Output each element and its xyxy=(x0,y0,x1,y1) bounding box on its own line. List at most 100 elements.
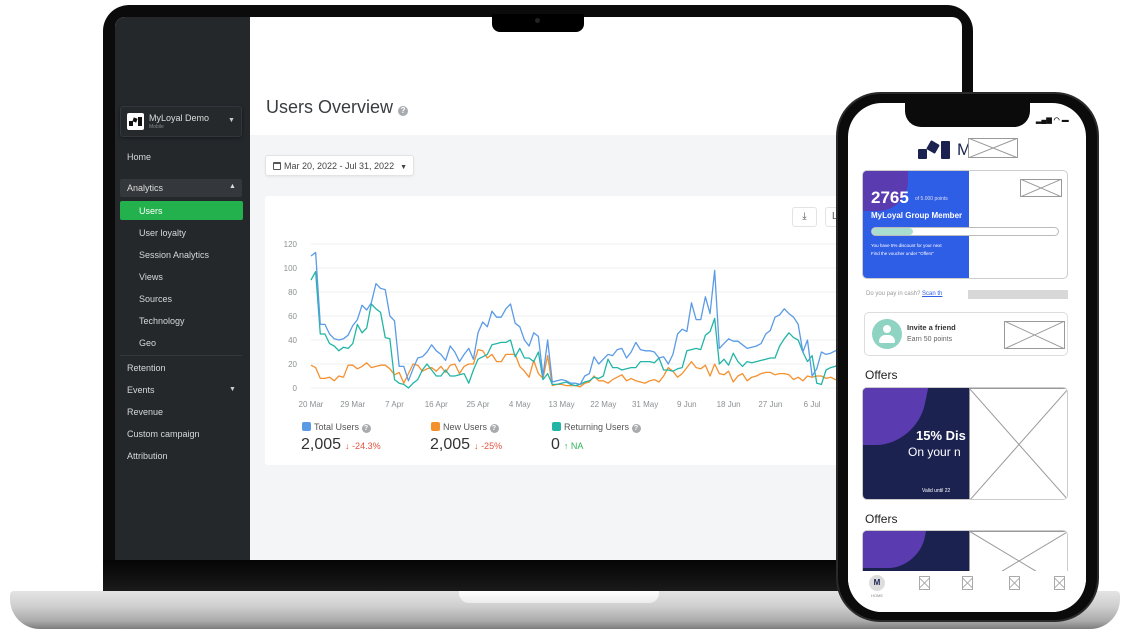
x-tick-label: 6 Jul xyxy=(804,400,821,409)
legend-item[interactable]: New Users ? xyxy=(431,422,499,433)
nav-item[interactable]: M HOME xyxy=(866,575,888,598)
sidebar-item-revenue[interactable]: Revenue xyxy=(127,407,163,417)
sidebar: MyLoyal Demo Mobile ▼ Home Analytics ▲ U… xyxy=(115,17,250,560)
x-tick-label: 29 Mar xyxy=(340,400,365,409)
phone-notch xyxy=(905,103,1030,127)
nav-item[interactable] xyxy=(1048,575,1070,592)
image-placeholder xyxy=(1004,321,1065,349)
metric-delta: NA xyxy=(570,441,584,451)
x-tick-label: 25 Apr xyxy=(466,400,489,409)
points-card[interactable]: 2765 of 5.000 points MyLoyal Group Membe… xyxy=(862,170,1068,279)
metric-number: 0 xyxy=(551,436,560,453)
sidebar-item-geo[interactable]: Geo xyxy=(139,338,156,348)
x-tick-label: 31 May xyxy=(632,400,658,409)
sidebar-divider xyxy=(120,355,242,356)
image-placeholder xyxy=(969,388,1067,499)
calendar-icon xyxy=(273,162,281,170)
sidebar-item-users[interactable]: Users xyxy=(120,201,243,220)
cash-text: Do you pay in cash? Scan th xyxy=(866,291,942,297)
y-tick-label: 40 xyxy=(288,336,297,345)
sidebar-item-session-analytics[interactable]: Session Analytics xyxy=(139,250,209,260)
legend-item[interactable]: Returning Users ? xyxy=(552,422,641,433)
y-tick-label: 120 xyxy=(284,240,298,249)
x-tick-label: 9 Jun xyxy=(677,400,697,409)
x-tick-label: 13 May xyxy=(548,400,574,409)
laptop-base-notch xyxy=(459,591,659,603)
help-icon[interactable]: ? xyxy=(398,106,409,116)
date-range-text: Mar 20, 2022 - Jul 31, 2022 xyxy=(284,161,395,171)
nav-item[interactable] xyxy=(913,575,935,592)
offer-card[interactable]: 15% Dis On your n Valid until 22 xyxy=(862,387,1068,500)
tier-name: MyLoyal Group Member xyxy=(871,211,963,220)
promo-line-2: Find the voucher under "Offers" xyxy=(871,251,934,256)
legend-label: Total Users xyxy=(314,422,360,432)
sidebar-item-sources[interactable]: Sources xyxy=(139,294,172,304)
points-value: 2765 xyxy=(871,188,909,207)
x-tick-label: 22 May xyxy=(590,400,616,409)
sidebar-item-views[interactable]: Views xyxy=(139,272,163,282)
caret-down-icon: ▼ xyxy=(228,117,235,124)
help-icon[interactable]: ? xyxy=(631,424,641,433)
invite-title: Invite a friend xyxy=(907,323,956,332)
points-progress xyxy=(871,227,1059,236)
metric-value: 2,005 ↓ -25% xyxy=(430,436,502,454)
account-name: MyLoyal Demo xyxy=(149,113,210,123)
series-line-returning-users xyxy=(310,270,841,389)
help-icon[interactable]: ? xyxy=(489,424,499,433)
arrow-down-icon: ↓ xyxy=(345,441,350,451)
series-line-new-users xyxy=(310,348,840,388)
invite-card[interactable]: Invite a friend Earn 50 points xyxy=(864,312,1068,356)
image-placeholder-bar xyxy=(968,290,1068,299)
arrow-down-icon: ↓ xyxy=(474,441,479,451)
image-placeholder-icon xyxy=(1048,576,1070,590)
myloyal-logo-icon xyxy=(918,139,952,161)
caret-down-icon: ▼ xyxy=(229,386,236,393)
metric-delta: -24.3% xyxy=(352,441,381,451)
x-tick-label: 18 Jun xyxy=(717,400,741,409)
offer-title: 15% Dis xyxy=(916,428,966,443)
caret-down-icon: ▼ xyxy=(400,164,408,171)
invite-subtitle: Earn 50 points xyxy=(907,336,953,343)
points-total: of 5.000 points xyxy=(915,196,948,202)
phone-screen: ▂▄▆ ◠ ▬ M 2765 of 5.000 points MyLoyal G… xyxy=(848,103,1086,612)
x-tick-label: 4 May xyxy=(509,400,531,409)
bottom-nav: M HOME xyxy=(848,571,1086,612)
series-line-total-users xyxy=(310,251,840,386)
laptop-camera-notch xyxy=(492,14,584,32)
nav-item[interactable] xyxy=(1003,575,1025,592)
legend-item[interactable]: Total Users ? xyxy=(302,422,371,433)
x-tick-label: 20 Mar xyxy=(299,400,324,409)
sidebar-item-events[interactable]: Events xyxy=(127,385,155,395)
offers-heading: Offers xyxy=(865,368,898,382)
y-tick-label: 20 xyxy=(288,360,297,369)
y-tick-label: 80 xyxy=(288,288,297,297)
page-title-text: Users Overview xyxy=(266,97,394,117)
image-placeholder-icon xyxy=(956,576,978,590)
sidebar-item-technology[interactable]: Technology xyxy=(139,316,185,326)
sidebar-item-user-loyalty[interactable]: User loyalty xyxy=(139,228,186,238)
account-switcher[interactable]: MyLoyal Demo Mobile ▼ xyxy=(120,106,242,137)
image-placeholder xyxy=(968,138,1018,158)
nav-label: HOME xyxy=(871,593,883,598)
progress-fill xyxy=(872,228,913,235)
nav-item[interactable] xyxy=(956,575,978,592)
date-range-picker[interactable]: Mar 20, 2022 - Jul 31, 2022 ▼ xyxy=(265,155,414,176)
scan-link[interactable]: Scan th xyxy=(922,291,942,297)
sidebar-item-attribution[interactable]: Attribution xyxy=(127,451,168,461)
help-icon[interactable]: ? xyxy=(361,424,371,433)
image-placeholder xyxy=(1020,179,1062,197)
avatar-icon xyxy=(872,319,902,349)
x-tick-label: 27 Jun xyxy=(758,400,782,409)
arrow-up-icon: ↑ xyxy=(563,441,569,451)
x-tick-label: 16 Apr xyxy=(425,400,448,409)
sidebar-item-home[interactable]: Home xyxy=(127,152,151,162)
x-tick-label: 7 Apr xyxy=(385,400,404,409)
myloyal-logo-icon xyxy=(127,113,144,130)
offer-subtitle: On your n xyxy=(908,445,961,459)
sidebar-item-analytics[interactable]: Analytics ▲ xyxy=(120,179,242,197)
legend-label: New Users xyxy=(443,422,488,432)
metric-value: 0 ↑ NA xyxy=(551,436,583,454)
legend-swatch xyxy=(302,422,311,431)
sidebar-item-custom-campaign[interactable]: Custom campaign xyxy=(127,429,200,439)
sidebar-item-retention[interactable]: Retention xyxy=(127,363,166,373)
